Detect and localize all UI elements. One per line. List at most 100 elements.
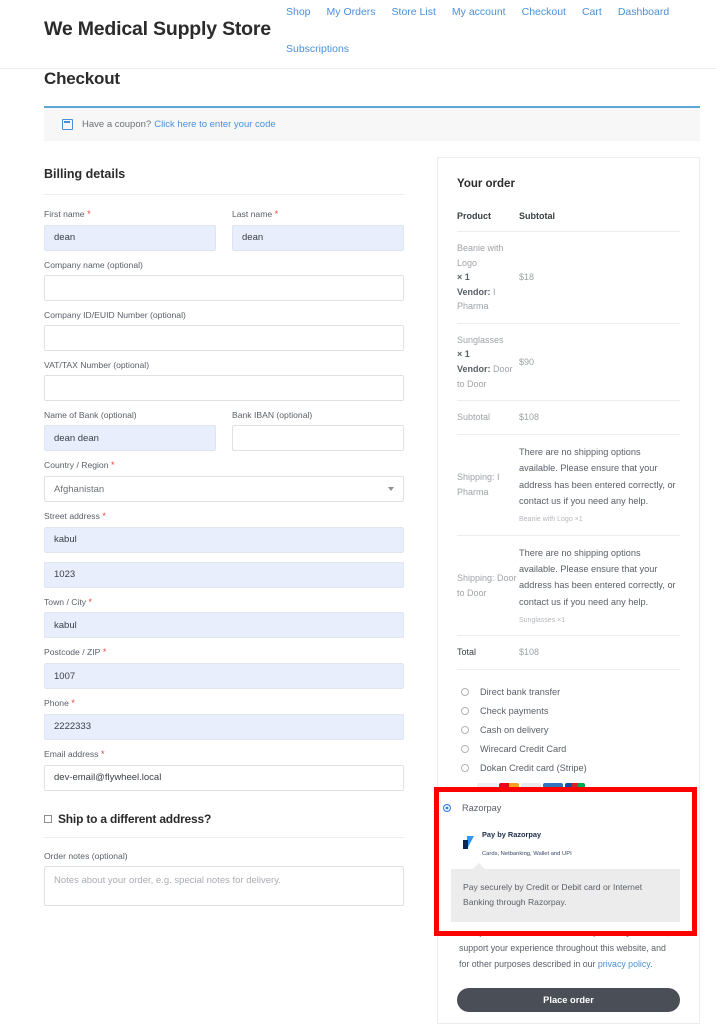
field-email: Email address * [44, 749, 404, 791]
shipping-items: Beanie with Logo ×1 [519, 516, 583, 524]
radio-check-payments[interactable] [461, 707, 469, 716]
razorpay-logo-row: Pay by Razorpay Cards, Netbanking, Walle… [463, 824, 692, 860]
table-header-row: Product Subtotal [457, 211, 680, 232]
shipping-row: Shipping: I Pharma There are no shipping… [457, 434, 680, 536]
privacy-policy-link[interactable]: privacy policy [598, 959, 650, 969]
nav-link-shop[interactable]: Shop [286, 6, 311, 18]
payment-label: Razorpay [462, 803, 502, 813]
razorpay-logo-title: Pay by Razorpay [482, 830, 542, 839]
main-navigation: Shop My Orders Store List My account Che… [286, 6, 706, 55]
payment-option-razorpay[interactable]: Razorpay [439, 799, 692, 818]
product-subtotal: $18 [519, 231, 680, 324]
nav-link-my-orders[interactable]: My Orders [327, 6, 376, 18]
nav-link-store-list[interactable]: Store List [392, 6, 436, 18]
radio-razorpay[interactable] [443, 804, 451, 812]
field-company-id: Company ID/EUID Number (optional) [44, 309, 404, 352]
coupon-enter-code-link[interactable]: Click here to enter your code [154, 119, 275, 130]
nav-link-dashboard[interactable]: Dashboard [618, 6, 669, 18]
company-id-input[interactable] [44, 325, 404, 352]
postcode-input[interactable] [44, 663, 404, 690]
field-street-address: Street address * [44, 511, 404, 553]
label-postcode: Postcode / ZIP * [44, 647, 107, 658]
product-cell: Sunglasses × 1 Vendor: Door to Door [457, 323, 519, 402]
product-subtotal: $90 [519, 323, 680, 402]
shipping-message-cell: There are no shipping options available.… [519, 434, 680, 536]
vendor-label: Vendor: [457, 364, 491, 375]
product-name: Beanie with Logo [457, 243, 504, 268]
label-phone: Phone * [44, 698, 75, 709]
order-summary-panel: Your order Product Subtotal Beanie with … [434, 157, 700, 1024]
field-phone: Phone * [44, 698, 404, 740]
label-country: Country / Region * [44, 460, 115, 471]
page-title: Checkout [44, 69, 120, 88]
shipping-message: There are no shipping options available.… [519, 547, 676, 607]
radio-dokan-stripe[interactable] [461, 764, 469, 773]
required-marker: * [98, 748, 105, 759]
radio-direct-bank-transfer[interactable] [461, 688, 469, 697]
label-last-name: Last name * [232, 209, 279, 219]
field-vat-tax: VAT/TAX Number (optional) [44, 360, 404, 402]
product-qty: × 1 [457, 272, 470, 283]
label-company-id: Company ID/EUID Number (optional) [44, 309, 186, 320]
required-marker: * [99, 511, 106, 522]
field-bank-iban: Bank IBAN (optional) [232, 410, 404, 452]
order-notes-textarea[interactable] [44, 865, 404, 906]
payment-label: Dokan Credit card (Stripe) [480, 763, 587, 774]
country-select-value: Afghanistan [54, 483, 105, 495]
label-street-address: Street address * [44, 511, 106, 522]
last-name-input[interactable] [232, 224, 404, 251]
nav-link-checkout[interactable]: Checkout [522, 6, 566, 18]
product-name: Sunglasses [457, 334, 504, 345]
site-title: We Medical Supply Store [44, 18, 271, 40]
shipping-message: There are no shipping options available.… [519, 446, 676, 506]
email-input[interactable] [44, 764, 404, 791]
payment-label: Direct bank transfer [480, 687, 561, 698]
city-input[interactable] [44, 612, 404, 639]
bank-iban-input[interactable] [232, 425, 404, 452]
field-postcode: Postcode / ZIP * [44, 647, 404, 690]
required-marker: * [100, 647, 107, 658]
radio-cash-on-delivery[interactable] [461, 726, 469, 735]
nav-link-subscriptions[interactable]: Subscriptions [286, 43, 349, 55]
razorpay-logo-text: Pay by Razorpay Cards, Netbanking, Walle… [482, 824, 572, 860]
payment-methods: Direct bank transfer Check payments Cash… [434, 670, 697, 937]
vat-tax-input[interactable] [44, 375, 404, 402]
payment-label: Wirecard Credit Card [480, 744, 567, 755]
subtotal-row: Subtotal $108 [457, 400, 680, 435]
shipping-label: Shipping: Door to Door [457, 535, 519, 637]
table-row: Beanie with Logo × 1 Vendor: I Pharma $1… [457, 231, 680, 324]
first-name-input[interactable] [44, 224, 216, 251]
razorpay-highlight-annotation: Razorpay Pay by Razorpay Cards, Netbanki… [434, 787, 697, 937]
payment-option-check-payments[interactable]: Check payments [457, 702, 680, 721]
billing-details-heading: Billing details [44, 167, 404, 195]
place-order-button[interactable]: Place order [457, 988, 680, 1013]
radio-wirecard[interactable] [461, 745, 469, 754]
coupon-text: Have a coupon? [82, 119, 152, 130]
ship-to-different-address-toggle[interactable]: Ship to a different address? [44, 800, 404, 838]
nav-link-cart[interactable]: Cart [582, 6, 602, 18]
nav-row-secondary: Subscriptions [286, 43, 706, 55]
bank-name-input[interactable] [44, 425, 216, 452]
ship-different-checkbox[interactable] [44, 814, 52, 823]
field-last-name: Last name * [232, 209, 404, 251]
subtotal-label: Subtotal [457, 400, 519, 435]
street-address-2-input[interactable] [44, 561, 404, 588]
payment-option-dokan-stripe[interactable]: Dokan Credit card (Stripe) [457, 759, 680, 778]
order-summary-heading: Your order [457, 178, 515, 190]
coupon-tag-icon [62, 119, 73, 130]
coupon-bar: Have a coupon? Click here to enter your … [44, 106, 700, 141]
phone-input[interactable] [44, 713, 404, 740]
column-header-product: Product [457, 211, 519, 232]
payment-option-cash-on-delivery[interactable]: Cash on delivery [457, 721, 680, 740]
payment-option-wirecard[interactable]: Wirecard Credit Card [457, 740, 680, 759]
required-marker: * [108, 460, 115, 471]
nav-link-my-account[interactable]: My account [452, 6, 506, 18]
required-marker: * [86, 596, 93, 607]
billing-details-section: Billing details First name * Last name *… [44, 167, 404, 920]
company-name-input[interactable] [44, 274, 404, 301]
payment-option-direct-bank-transfer[interactable]: Direct bank transfer [457, 683, 680, 702]
country-select[interactable]: Afghanistan [44, 476, 404, 503]
street-address-input[interactable] [44, 526, 404, 553]
required-marker: * [68, 698, 75, 709]
label-bank-name: Name of Bank (optional) [44, 410, 137, 421]
